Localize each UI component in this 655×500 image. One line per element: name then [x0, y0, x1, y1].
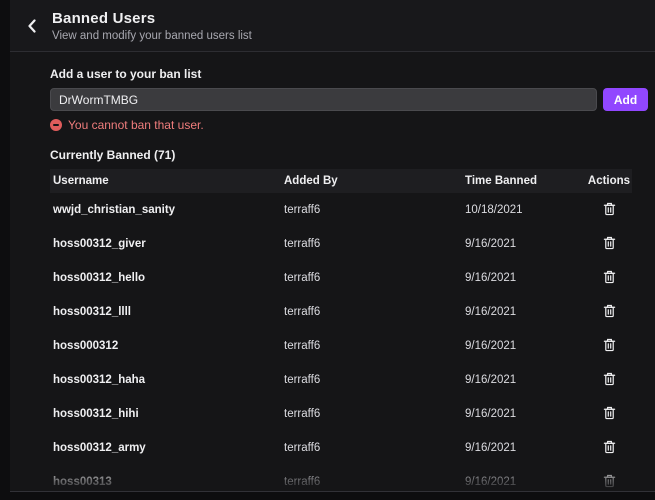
delete-user-button[interactable]	[599, 472, 620, 493]
trash-icon	[603, 270, 616, 284]
column-header-actions: Actions	[586, 175, 632, 187]
table-body: wwjd_christian_sanity terraff6 10/18/202…	[50, 193, 632, 492]
added-by-cell: terraff6	[281, 204, 462, 216]
trash-icon	[603, 372, 616, 386]
trash-icon	[603, 202, 616, 216]
page-title: Banned Users	[52, 10, 252, 27]
minus-circle-icon	[50, 119, 62, 131]
page-header: Banned Users View and modify your banned…	[10, 0, 655, 52]
username-cell: hoss000312	[50, 340, 281, 352]
delete-user-button[interactable]	[599, 268, 620, 289]
delete-user-button[interactable]	[599, 302, 620, 323]
table-row: hoss00312_hihi terraff6 9/16/2021	[50, 397, 632, 431]
page-subtitle: View and modify your banned users list	[52, 30, 252, 42]
currently-banned-caption: Currently Banned (71)	[50, 148, 648, 162]
time-banned-cell: 9/16/2021	[462, 306, 586, 318]
ban-user-input[interactable]	[50, 88, 597, 111]
delete-user-button[interactable]	[599, 200, 620, 221]
column-header-added-by: Added By	[281, 175, 462, 187]
username-cell: hoss00312_llll	[50, 306, 281, 318]
back-button[interactable]	[18, 12, 46, 40]
added-by-cell: terraff6	[281, 340, 462, 352]
time-banned-cell: 9/16/2021	[462, 408, 586, 420]
added-by-cell: terraff6	[281, 442, 462, 454]
username-cell: wwjd_christian_sanity	[50, 204, 281, 216]
time-banned-cell: 10/18/2021	[462, 204, 586, 216]
column-header-username: Username	[50, 175, 281, 187]
trash-icon	[603, 474, 616, 488]
trash-icon	[603, 304, 616, 318]
time-banned-cell: 9/16/2021	[462, 476, 586, 488]
error-text: You cannot ban that user.	[68, 118, 204, 132]
username-cell: hoss00312_haha	[50, 374, 281, 386]
time-banned-cell: 9/16/2021	[462, 340, 586, 352]
ban-user-label: Add a user to your ban list	[50, 67, 648, 81]
added-by-cell: terraff6	[281, 306, 462, 318]
table-row: hoss00312_haha terraff6 9/16/2021	[50, 363, 632, 397]
trash-icon	[603, 338, 616, 352]
time-banned-cell: 9/16/2021	[462, 442, 586, 454]
table-row: hoss000312 terraff6 9/16/2021	[50, 329, 632, 363]
delete-user-button[interactable]	[599, 404, 620, 425]
column-header-time-banned: Time Banned	[462, 175, 586, 187]
add-user-row: Add	[50, 88, 648, 111]
added-by-cell: terraff6	[281, 272, 462, 284]
title-block: Banned Users View and modify your banned…	[52, 10, 252, 42]
table-row: hoss00312_hello terraff6 9/16/2021	[50, 261, 632, 295]
username-cell: hoss00312_giver	[50, 238, 281, 250]
added-by-cell: terraff6	[281, 238, 462, 250]
table-header-row: Username Added By Time Banned Actions	[50, 169, 632, 193]
added-by-cell: terraff6	[281, 476, 462, 488]
delete-user-button[interactable]	[599, 234, 620, 255]
time-banned-cell: 9/16/2021	[462, 374, 586, 386]
table-row: hoss00312_llll terraff6 9/16/2021	[50, 295, 632, 329]
username-cell: hoss00312_hello	[50, 272, 281, 284]
username-cell: hoss00312_army	[50, 442, 281, 454]
content: Add a user to your ban list Add You cann…	[10, 67, 655, 492]
delete-user-button[interactable]	[599, 438, 620, 459]
error-message: You cannot ban that user.	[50, 118, 648, 132]
delete-user-button[interactable]	[599, 370, 620, 391]
add-button[interactable]: Add	[603, 88, 648, 111]
banned-users-table: Username Added By Time Banned Actions ww…	[50, 169, 632, 492]
time-banned-cell: 9/16/2021	[462, 272, 586, 284]
username-cell: hoss00312_hihi	[50, 408, 281, 420]
username-cell: hoss00313	[50, 476, 281, 488]
trash-icon	[603, 406, 616, 420]
table-row: hoss00312_army terraff6 9/16/2021	[50, 431, 632, 465]
added-by-cell: terraff6	[281, 374, 462, 386]
added-by-cell: terraff6	[281, 408, 462, 420]
chevron-left-icon	[27, 19, 37, 33]
table-row: wwjd_christian_sanity terraff6 10/18/202…	[50, 193, 632, 227]
table-row: hoss00312_giver terraff6 9/16/2021	[50, 227, 632, 261]
trash-icon	[603, 236, 616, 250]
banned-users-panel: Banned Users View and modify your banned…	[10, 0, 655, 492]
table-row: hoss00313 terraff6 9/16/2021	[50, 465, 632, 492]
trash-icon	[603, 440, 616, 454]
time-banned-cell: 9/16/2021	[462, 238, 586, 250]
delete-user-button[interactable]	[599, 336, 620, 357]
